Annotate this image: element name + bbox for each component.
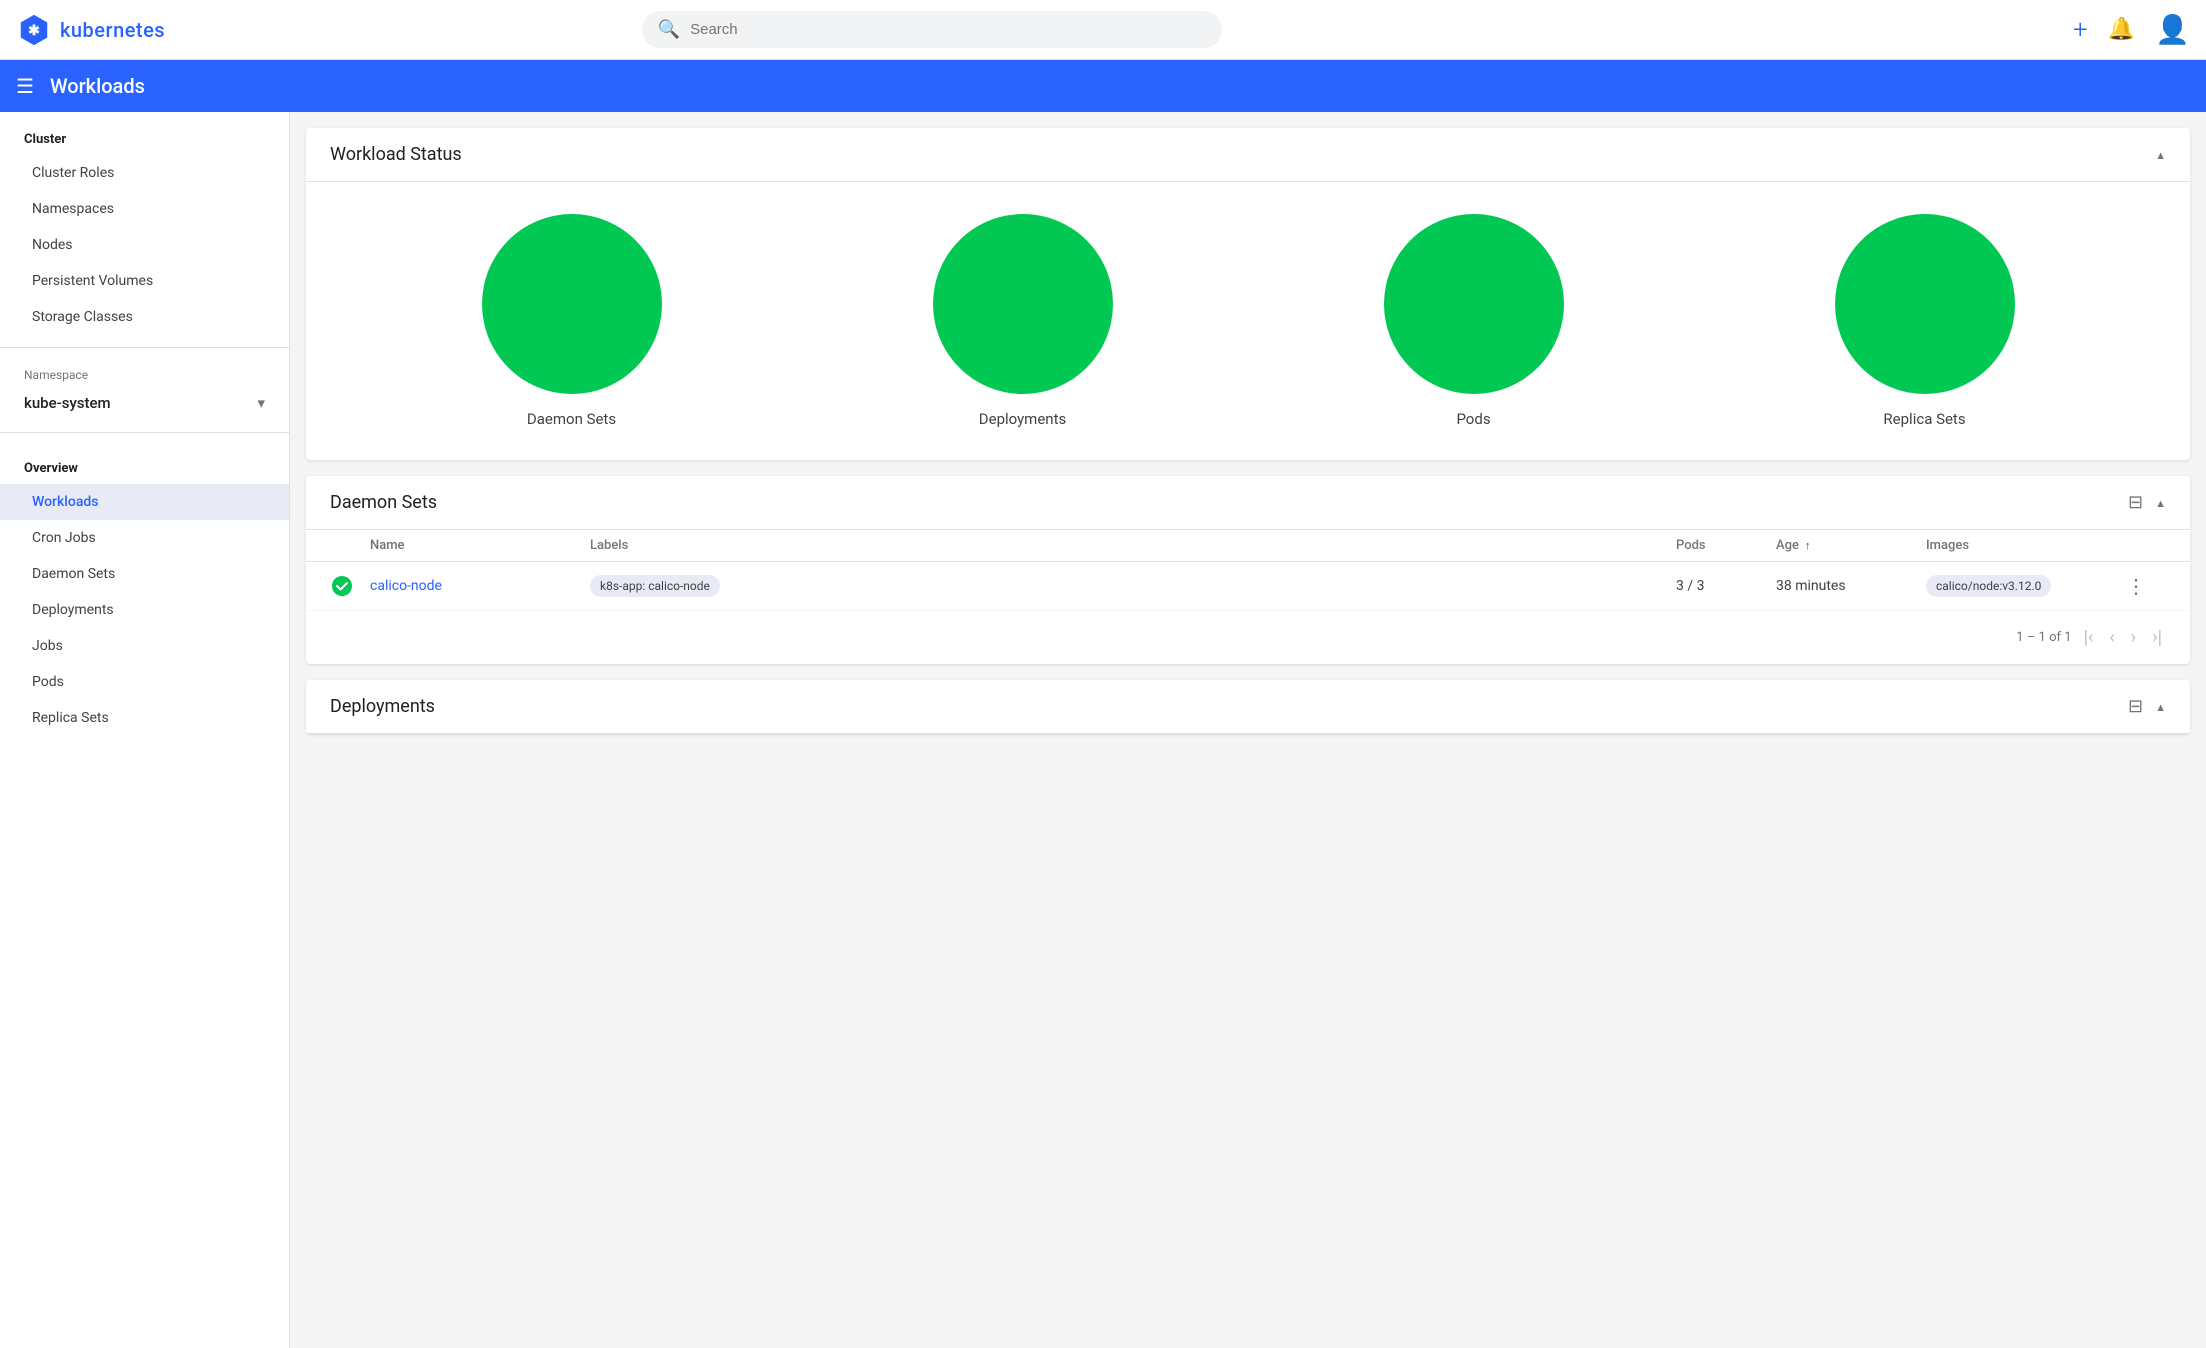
daemon-sets-header: Daemon Sets ⊟ bbox=[306, 476, 2190, 530]
col-header-name: Name bbox=[370, 538, 590, 553]
search-input[interactable] bbox=[690, 21, 1206, 38]
workload-status-title: Workload Status bbox=[330, 144, 462, 165]
sidebar-item-cluster-roles[interactable]: Cluster Roles bbox=[0, 155, 289, 191]
overview-items: WorkloadsCron JobsDaemon SetsDeployments… bbox=[0, 484, 289, 736]
deployments-header-actions: ⊟ bbox=[2128, 696, 2166, 717]
workload-status-grid: Daemon Sets Deployments Pods Replica Sets bbox=[306, 182, 2190, 460]
sidebar-item-workloads[interactable]: Workloads bbox=[0, 484, 289, 520]
col-header-images: Images bbox=[1926, 538, 2126, 553]
logo: ✱ kubernetes bbox=[16, 12, 216, 48]
workload-status-item-pods: Pods bbox=[1384, 214, 1564, 428]
daemon-sets-collapse-icon[interactable] bbox=[2155, 495, 2166, 511]
table-row: calico-node k8s-app: calico-node 3 / 3 3… bbox=[306, 562, 2190, 611]
sidebar-item-pods[interactable]: Pods bbox=[0, 664, 289, 700]
row-label: k8s-app: calico-node bbox=[590, 575, 1676, 597]
search-icon: 🔍 bbox=[658, 19, 680, 40]
status-label: Pods bbox=[1456, 410, 1490, 428]
topbar: ✱ kubernetes 🔍 + 🔔 👤 bbox=[0, 0, 2206, 60]
search-container: 🔍 bbox=[642, 11, 1222, 48]
col-header-pods: Pods bbox=[1676, 538, 1776, 553]
col-header-labels: Labels bbox=[590, 538, 1676, 553]
sidebar: Cluster Cluster RolesNamespacesNodesPers… bbox=[0, 112, 290, 1348]
pagination-range: 1 – 1 of 1 bbox=[2016, 630, 2071, 645]
sidebar-divider-1 bbox=[0, 347, 289, 348]
status-circle[interactable] bbox=[1835, 214, 2015, 394]
sidebar-item-persistent-volumes[interactable]: Persistent Volumes bbox=[0, 263, 289, 299]
daemon-sets-title: Daemon Sets bbox=[330, 492, 437, 513]
sidebar-item-namespaces[interactable]: Namespaces bbox=[0, 191, 289, 227]
daemon-sets-card: Daemon Sets ⊟ Name Labels Pods bbox=[306, 476, 2190, 664]
deployments-title: Deployments bbox=[330, 696, 435, 717]
daemon-sets-table-header: Name Labels Pods Age Images bbox=[306, 530, 2190, 562]
workload-status-item-daemon-sets: Daemon Sets bbox=[482, 214, 662, 428]
pagination-prev-button[interactable]: ‹ bbox=[2105, 623, 2118, 652]
workload-status-header: Workload Status bbox=[306, 128, 2190, 182]
user-avatar[interactable]: 👤 bbox=[2155, 13, 2190, 46]
status-label: Daemon Sets bbox=[527, 410, 616, 428]
add-button[interactable]: + bbox=[2073, 15, 2088, 45]
hamburger-menu[interactable]: ☰ bbox=[16, 74, 34, 98]
logo-text: kubernetes bbox=[60, 18, 165, 42]
sidebar-divider-2 bbox=[0, 432, 289, 433]
row-more-icon[interactable]: ⋮ bbox=[2126, 574, 2166, 598]
overview-header: Overview bbox=[0, 445, 289, 484]
navbar: ☰ Workloads bbox=[0, 60, 2206, 112]
workload-status-card: Workload Status Daemon Sets Deployments Po… bbox=[306, 128, 2190, 460]
namespace-label: Namespace bbox=[0, 360, 289, 386]
sidebar-item-storage-classes[interactable]: Storage Classes bbox=[0, 299, 289, 335]
sidebar-item-replica-sets[interactable]: Replica Sets bbox=[0, 700, 289, 736]
sidebar-item-cron-jobs[interactable]: Cron Jobs bbox=[0, 520, 289, 556]
status-circle[interactable] bbox=[1384, 214, 1564, 394]
status-label: Replica Sets bbox=[1883, 410, 1965, 428]
status-circle[interactable] bbox=[482, 214, 662, 394]
notifications-button[interactable]: 🔔 bbox=[2108, 17, 2135, 42]
layout: Cluster Cluster RolesNamespacesNodesPers… bbox=[0, 112, 2206, 1348]
pagination-last-button[interactable]: ›| bbox=[2148, 623, 2166, 652]
row-label-chip: k8s-app: calico-node bbox=[590, 575, 720, 597]
daemon-sets-pagination: 1 – 1 of 1 |‹ ‹ › ›| bbox=[306, 611, 2190, 664]
deployments-collapse-icon[interactable] bbox=[2155, 699, 2166, 715]
sidebar-item-nodes[interactable]: Nodes bbox=[0, 227, 289, 263]
namespace-chevron-down-icon: ▾ bbox=[257, 394, 265, 412]
daemon-sets-header-actions: ⊟ bbox=[2128, 492, 2166, 513]
namespace-value: kube-system bbox=[24, 394, 111, 412]
main-content: Workload Status Daemon Sets Deployments Po… bbox=[290, 112, 2206, 1348]
status-circle[interactable] bbox=[933, 214, 1113, 394]
deployments-filter-icon[interactable]: ⊟ bbox=[2128, 696, 2143, 717]
svg-text:✱: ✱ bbox=[28, 23, 40, 39]
col-header-age[interactable]: Age bbox=[1776, 538, 1926, 553]
search-box[interactable]: 🔍 bbox=[642, 11, 1222, 48]
sidebar-item-jobs[interactable]: Jobs bbox=[0, 628, 289, 664]
workload-status-item-replica-sets: Replica Sets bbox=[1835, 214, 2015, 428]
kubernetes-logo-icon: ✱ bbox=[16, 12, 52, 48]
pagination-next-button[interactable]: › bbox=[2127, 623, 2140, 652]
topbar-actions: + 🔔 👤 bbox=[2073, 13, 2190, 46]
namespace-select[interactable]: kube-system ▾ bbox=[0, 386, 289, 420]
workload-status-collapse-icon[interactable] bbox=[2155, 147, 2166, 163]
row-age: 38 minutes bbox=[1776, 578, 1926, 594]
deployments-card: Deployments ⊟ bbox=[306, 680, 2190, 734]
cluster-items: Cluster RolesNamespacesNodesPersistent V… bbox=[0, 155, 289, 335]
row-pods: 3 / 3 bbox=[1676, 578, 1776, 594]
sidebar-item-deployments[interactable]: Deployments bbox=[0, 592, 289, 628]
workload-status-item-deployments: Deployments bbox=[933, 214, 1113, 428]
row-image: calico/node:v3.12.0 bbox=[1926, 575, 2126, 597]
sidebar-item-daemon-sets[interactable]: Daemon Sets bbox=[0, 556, 289, 592]
pagination-first-button[interactable]: |‹ bbox=[2080, 623, 2098, 652]
daemon-sets-filter-icon[interactable]: ⊟ bbox=[2128, 492, 2143, 513]
row-image-chip: calico/node:v3.12.0 bbox=[1926, 575, 2051, 597]
deployments-header: Deployments ⊟ bbox=[306, 680, 2190, 734]
row-name: calico-node bbox=[370, 578, 590, 594]
row-status-icon bbox=[330, 574, 354, 598]
calico-node-link[interactable]: calico-node bbox=[370, 578, 442, 594]
navbar-title: Workloads bbox=[50, 74, 145, 98]
status-label: Deployments bbox=[979, 410, 1066, 428]
cluster-section-header: Cluster bbox=[0, 112, 289, 155]
